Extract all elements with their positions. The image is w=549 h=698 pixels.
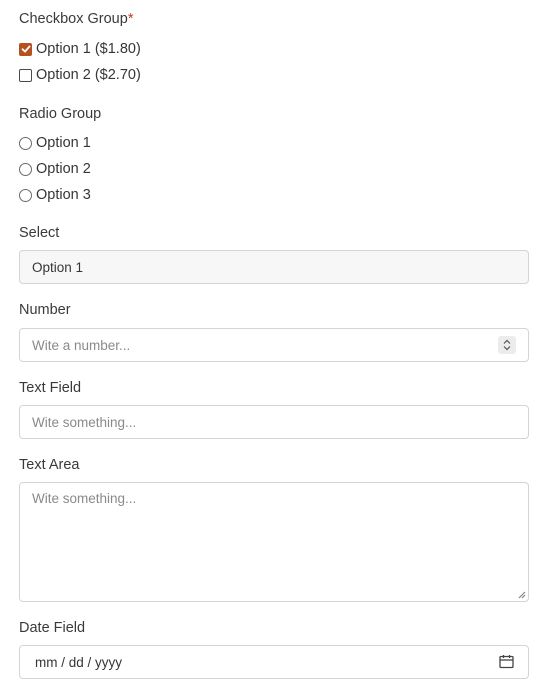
checkbox-option-2-label: Option 2 ($2.70): [36, 67, 141, 83]
radio-group-label: Radio Group: [19, 106, 102, 122]
radio-icon[interactable]: [19, 162, 32, 176]
chevron-up-down-icon[interactable]: [498, 336, 516, 354]
select-value: Option 1: [32, 259, 84, 275]
checkbox-group-label: Checkbox Group*: [19, 11, 133, 27]
number-placeholder: Wite a number...: [32, 337, 131, 353]
date-field-input[interactable]: mm / dd / yyyy: [19, 645, 529, 679]
radio-icon[interactable]: [19, 136, 32, 150]
checkbox-option-1[interactable]: Option 1 ($1.80): [19, 40, 141, 58]
checkbox-unchecked-icon[interactable]: [19, 68, 32, 82]
select-dropdown[interactable]: Option 1: [19, 250, 529, 284]
radio-option-3[interactable]: Option 3: [19, 186, 91, 204]
radio-icon[interactable]: [19, 188, 32, 202]
text-field-label: Text Field: [19, 380, 82, 396]
number-input[interactable]: Wite a number...: [19, 328, 529, 362]
calendar-icon[interactable]: [499, 654, 514, 669]
date-field-label: Date Field: [19, 620, 86, 636]
checkbox-checked-icon[interactable]: [19, 42, 32, 56]
select-label: Select: [19, 225, 60, 241]
required-mark: *: [127, 11, 134, 27]
text-area-input[interactable]: Wite something...: [19, 482, 529, 602]
checkbox-group-label-text: Checkbox Group: [19, 11, 128, 27]
checkbox-option-2[interactable]: Option 2 ($2.70): [19, 66, 141, 84]
resize-grip-icon[interactable]: [517, 590, 526, 599]
radio-option-1[interactable]: Option 1: [19, 134, 91, 152]
text-area-label: Text Area: [19, 457, 80, 473]
date-field-placeholder: mm / dd / yyyy: [35, 654, 123, 670]
radio-option-2[interactable]: Option 2: [19, 160, 91, 178]
number-label: Number: [19, 302, 71, 318]
radio-option-1-label: Option 1: [36, 135, 91, 151]
text-area-placeholder: Wite something...: [32, 491, 137, 506]
radio-option-3-label: Option 3: [36, 187, 91, 203]
text-field-input[interactable]: Wite something...: [19, 405, 529, 439]
text-field-placeholder: Wite something...: [32, 414, 137, 430]
checkbox-option-1-label: Option 1 ($1.80): [36, 41, 141, 57]
radio-option-2-label: Option 2: [36, 161, 91, 177]
